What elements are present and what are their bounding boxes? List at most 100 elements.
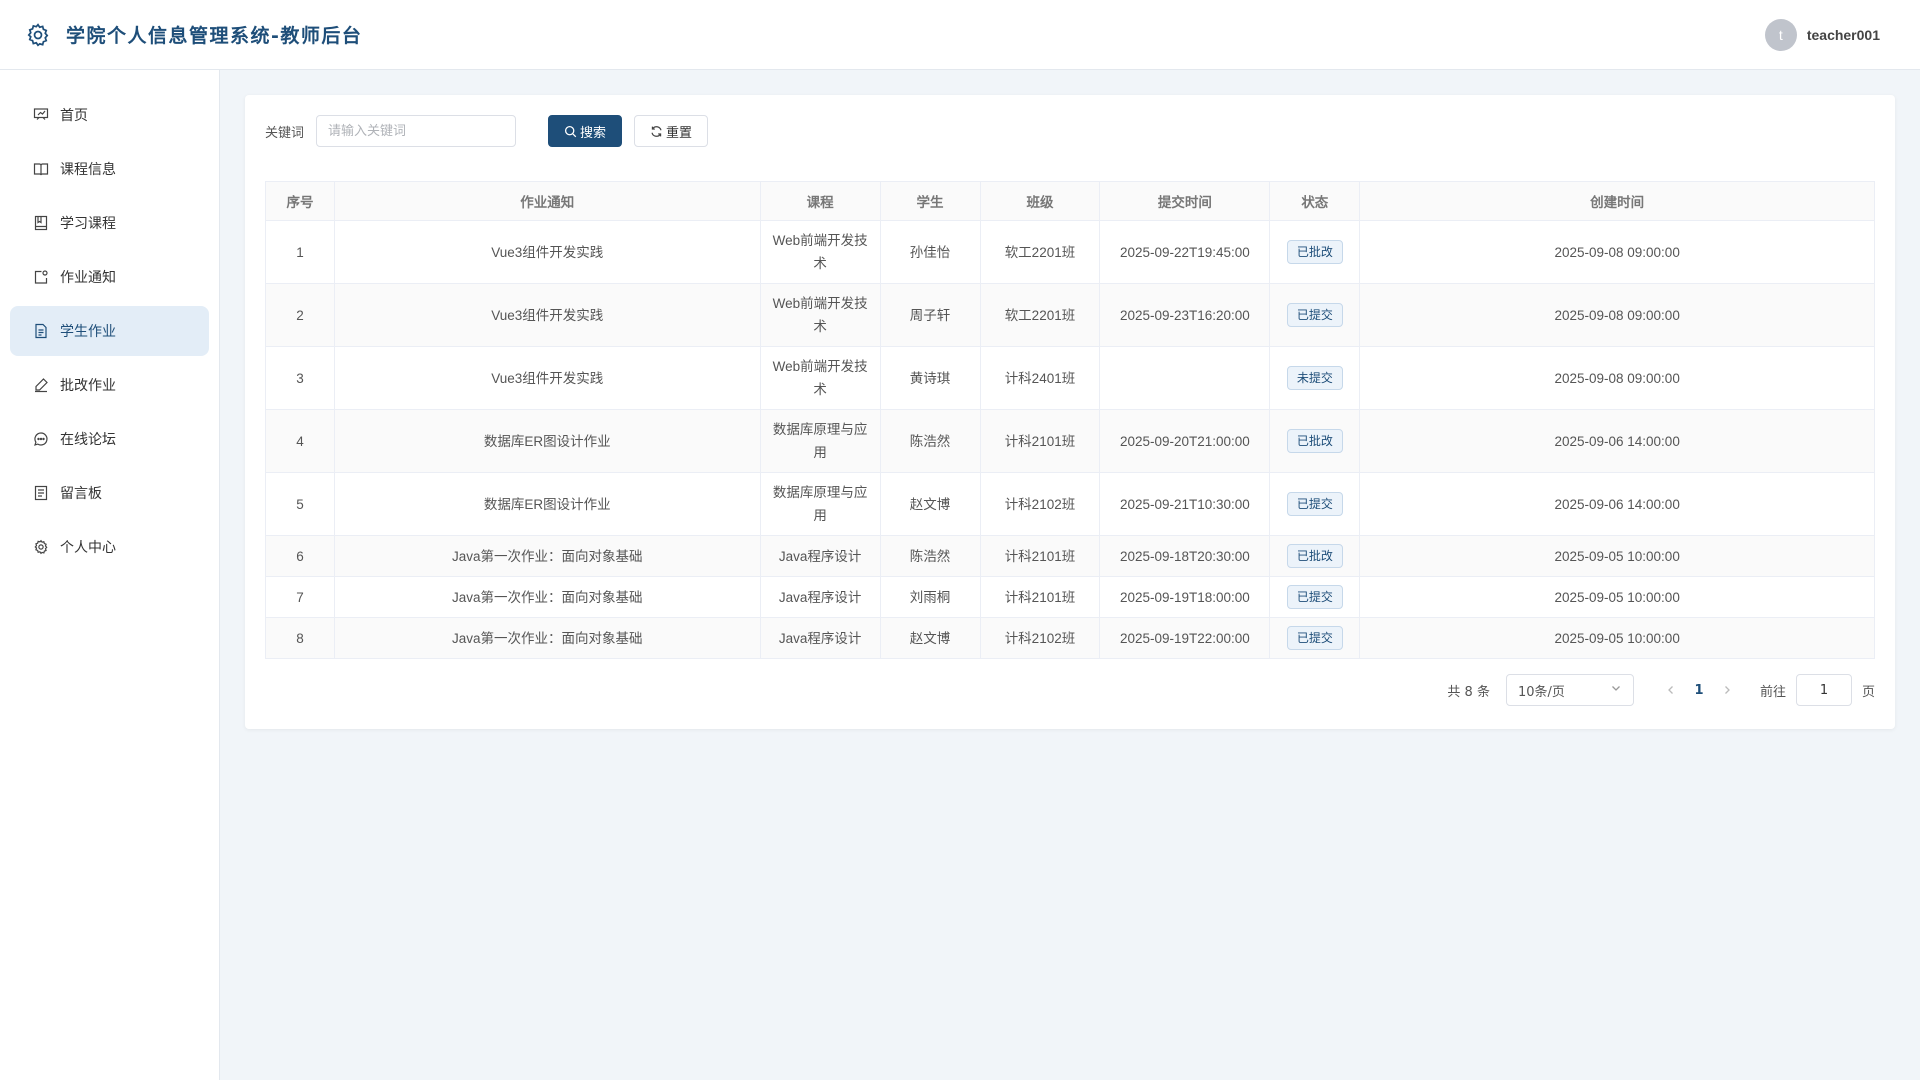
cell-course: 数据库原理与应用 <box>759 472 881 536</box>
cell-notice: Java第一次作业：面向对象基础 <box>333 617 761 659</box>
goto-label: 前往 <box>1759 684 1786 700</box>
sidebar-item-homework-notice[interactable]: 作业通知 <box>10 252 209 302</box>
cell-submitted: 2025-09-18T20:30:00 <box>1099 535 1271 577</box>
cell-notice: Vue3组件开发实践 <box>333 283 761 347</box>
cell-class: 软工2201班 <box>979 220 1101 284</box>
sidebar-item-home[interactable]: 首页 <box>10 90 209 140</box>
table-row[interactable]: 1 Vue3组件开发实践 Web前端开发技术 孙佳怡 软工2201班 2025-… <box>265 220 1875 284</box>
sidebar-item-label: 个人中心 <box>60 540 116 556</box>
cell-created: 2025-09-06 14:00:00 <box>1359 472 1875 536</box>
total-count: 共 8 条 <box>1447 684 1490 700</box>
username[interactable]: teacher001 <box>1807 27 1880 43</box>
cell-created: 2025-09-06 14:00:00 <box>1359 409 1875 473</box>
sidebar: 首页 课程信息 学习课程 作业通知 学生作业 批改作业 在线论坛 留言板 个人中… <box>0 70 220 1080</box>
reset-button[interactable]: 重置 <box>634 115 709 147</box>
cell-class: 计科2401班 <box>979 346 1101 410</box>
cell-status: 已提交 <box>1269 283 1361 347</box>
cell-course: Java程序设计 <box>759 576 881 618</box>
cell-status: 未提交 <box>1269 346 1361 410</box>
page-size-value: 10条/页 <box>1517 684 1565 700</box>
search-button[interactable]: 搜索 <box>548 115 623 147</box>
chevron-right-icon <box>1725 686 1730 694</box>
gear-icon <box>24 21 52 49</box>
cell-no: 4 <box>265 409 335 473</box>
sidebar-item-personal-center[interactable]: 个人中心 <box>10 522 209 572</box>
cell-class: 计科2102班 <box>979 472 1101 536</box>
open-book-icon <box>32 160 50 178</box>
column-header: 班级 <box>979 181 1101 221</box>
chevron-down-icon <box>1610 682 1622 698</box>
goto-page-input[interactable] <box>1795 674 1852 706</box>
presentation-board-icon <box>32 106 50 124</box>
status-badge: 未提交 <box>1286 366 1343 390</box>
cell-class: 计科2101班 <box>979 535 1101 577</box>
cell-class: 计科2101班 <box>979 409 1101 473</box>
homework-table: 序号 作业通知 课程 学生 班级 提交时间 状态 创建时间 1 Vue3组件开发… <box>265 181 1875 659</box>
sidebar-item-label: 学生作业 <box>60 324 116 340</box>
column-header: 序号 <box>265 181 335 221</box>
cell-course: 数据库原理与应用 <box>759 409 881 473</box>
user-menu[interactable]: t teacher001 <box>1764 18 1880 51</box>
cell-class: 计科2101班 <box>979 576 1101 618</box>
status-badge: 已批改 <box>1286 240 1343 264</box>
status-badge: 已提交 <box>1286 585 1343 609</box>
table-row[interactable]: 4 数据库ER图设计作业 数据库原理与应用 陈浩然 计科2101班 2025-0… <box>265 409 1875 473</box>
sidebar-item-study-course[interactable]: 学习课程 <box>10 198 209 248</box>
cell-course: Web前端开发技术 <box>759 220 881 284</box>
sidebar-item-label: 学习课程 <box>60 216 116 232</box>
column-header: 创建时间 <box>1359 181 1875 221</box>
cell-submitted: 2025-09-19T18:00:00 <box>1099 576 1271 618</box>
document-icon <box>32 322 50 340</box>
avatar[interactable]: t <box>1764 18 1797 51</box>
brand: 学院个人信息管理系统-教师后台 <box>24 21 362 49</box>
next-page-button[interactable] <box>1712 684 1742 696</box>
cell-submitted: 2025-09-22T19:45:00 <box>1099 220 1271 284</box>
status-badge: 已提交 <box>1286 303 1343 327</box>
cell-notice: Java第一次作业：面向对象基础 <box>333 535 761 577</box>
page-number-current[interactable]: 1 <box>1686 683 1712 698</box>
page-suffix: 页 <box>1861 684 1875 700</box>
cell-submitted: 2025-09-23T16:20:00 <box>1099 283 1271 347</box>
cell-status: 已提交 <box>1269 617 1361 659</box>
cell-notice: 数据库ER图设计作业 <box>333 409 761 473</box>
table-row[interactable]: 8 Java第一次作业：面向对象基础 Java程序设计 赵文博 计科2102班 … <box>265 617 1875 659</box>
cell-notice: Java第一次作业：面向对象基础 <box>333 576 761 618</box>
column-header: 作业通知 <box>333 181 761 221</box>
gear-icon <box>32 538 50 556</box>
search-icon <box>564 125 577 138</box>
prev-page-button[interactable] <box>1656 684 1686 696</box>
cell-notice: Vue3组件开发实践 <box>333 346 761 410</box>
cell-status: 已批改 <box>1269 220 1361 284</box>
cell-course: Web前端开发技术 <box>759 346 881 410</box>
notice-edit-icon <box>32 268 50 286</box>
table-row[interactable]: 5 数据库ER图设计作业 数据库原理与应用 赵文博 计科2102班 2025-0… <box>265 472 1875 536</box>
page-size-select[interactable]: 10条/页 <box>1505 674 1634 706</box>
cell-submitted: 2025-09-20T21:00:00 <box>1099 409 1271 473</box>
cell-status: 已批改 <box>1269 535 1361 577</box>
cell-class: 计科2102班 <box>979 617 1101 659</box>
cell-created: 2025-09-05 10:00:00 <box>1359 617 1875 659</box>
pen-icon <box>32 376 50 394</box>
cell-student: 赵文博 <box>879 472 981 536</box>
sidebar-item-message-board[interactable]: 留言板 <box>10 468 209 518</box>
sidebar-item-grade-homework[interactable]: 批改作业 <box>10 360 209 410</box>
sidebar-item-online-forum[interactable]: 在线论坛 <box>10 414 209 464</box>
table-row[interactable]: 2 Vue3组件开发实践 Web前端开发技术 周子轩 软工2201班 2025-… <box>265 283 1875 347</box>
table-header-row: 序号 作业通知 课程 学生 班级 提交时间 状态 创建时间 <box>265 181 1875 221</box>
cell-submitted: 2025-09-21T10:30:00 <box>1099 472 1271 536</box>
status-badge: 已批改 <box>1286 429 1343 453</box>
sidebar-item-student-homework[interactable]: 学生作业 <box>10 306 209 356</box>
app-title: 学院个人信息管理系统-教师后台 <box>66 25 363 47</box>
table-row[interactable]: 7 Java第一次作业：面向对象基础 Java程序设计 刘雨桐 计科2101班 … <box>265 576 1875 618</box>
column-header: 课程 <box>759 181 881 221</box>
sidebar-item-course-info[interactable]: 课程信息 <box>10 144 209 194</box>
table-row[interactable]: 6 Java第一次作业：面向对象基础 Java程序设计 陈浩然 计科2101班 … <box>265 535 1875 577</box>
cell-created: 2025-09-08 09:00:00 <box>1359 346 1875 410</box>
table-row[interactable]: 3 Vue3组件开发实践 Web前端开发技术 黄诗琪 计科2401班 未提交 2… <box>265 346 1875 410</box>
keyword-input[interactable] <box>316 115 517 147</box>
sidebar-item-label: 留言板 <box>60 486 102 502</box>
pagination: 共 8 条 10条/页 1 前往 页 <box>1447 674 1875 706</box>
keyword-label: 关键词 <box>265 125 305 141</box>
status-badge: 已提交 <box>1286 626 1343 650</box>
memo-icon <box>32 484 50 502</box>
